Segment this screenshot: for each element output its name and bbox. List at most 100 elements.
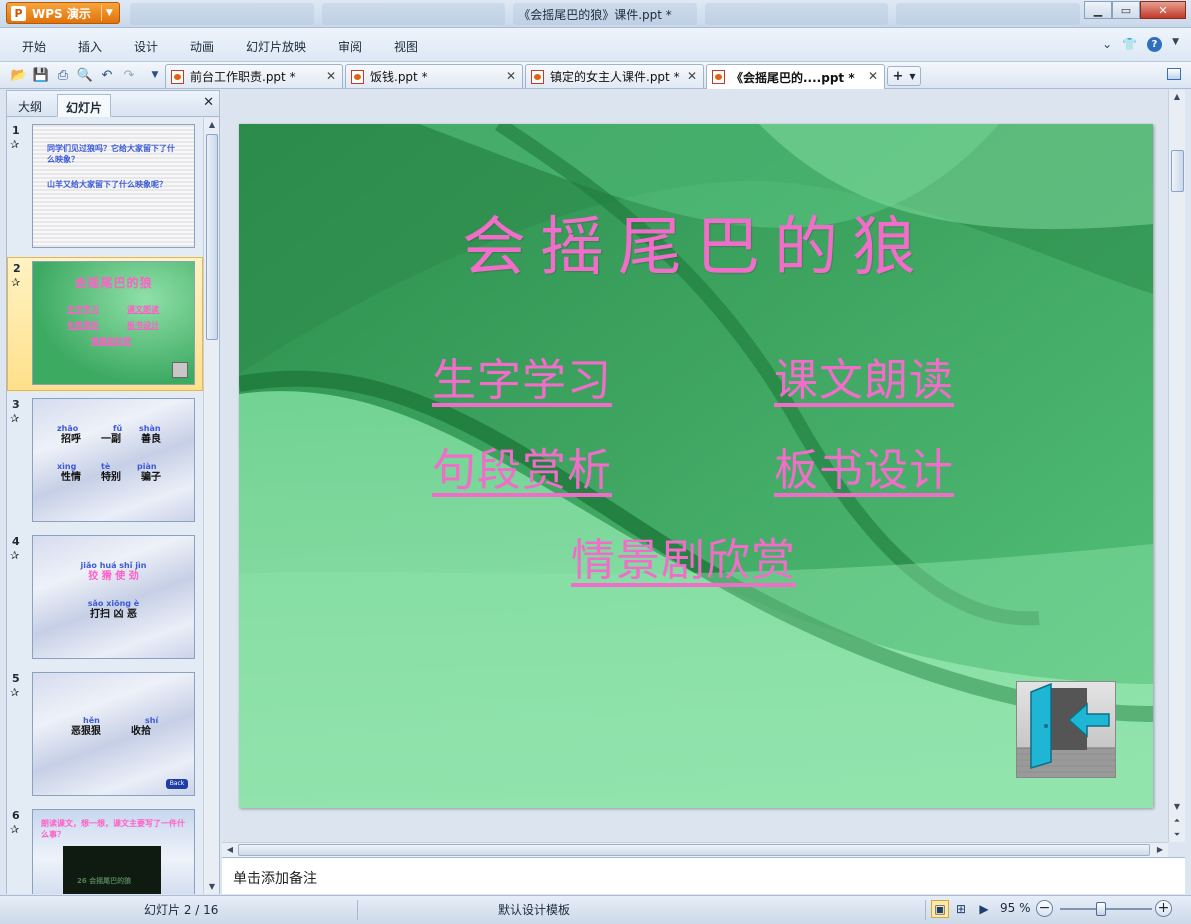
zoom-out-icon[interactable]: −	[1036, 900, 1053, 917]
open-folder-icon[interactable]: 📂	[10, 66, 28, 84]
plus-icon: +	[892, 68, 904, 84]
window-controls: ▁ ▭ ✕	[1084, 1, 1186, 19]
tab-outline[interactable]: 大纲	[10, 94, 50, 117]
scroll-up-icon[interactable]: ▲	[204, 118, 220, 132]
close-tab-icon[interactable]: ✕	[687, 69, 697, 83]
zoom-slider-knob[interactable]	[1096, 902, 1106, 916]
notes-pane[interactable]: 单击添加备注	[222, 857, 1185, 894]
redo-icon[interactable]: ↷	[120, 66, 138, 84]
thumb-pinyin: tè	[101, 462, 111, 471]
previous-slide-icon[interactable]: ⏶	[1169, 814, 1185, 828]
thumb-link: 课文朗读	[127, 305, 159, 314]
print-preview-icon[interactable]: 🔍	[76, 66, 94, 84]
zoom-slider-track[interactable]	[1060, 908, 1152, 910]
slide-thumb-1[interactable]: 1 ✰ 同学们见过狼吗？它给大家留下了什么映象？ 山羊又给大家留下了什么映象呢？	[7, 120, 203, 254]
next-slide-icon[interactable]: ⏷	[1169, 828, 1185, 842]
scroll-left-icon[interactable]: ◀	[224, 843, 236, 857]
menu-animation[interactable]: 动画	[190, 38, 214, 55]
slide-sorter-view-icon[interactable]: ⊞	[952, 900, 970, 918]
customize-dropdown-icon[interactable]: ▼	[146, 66, 164, 84]
slide-thumb-3[interactable]: 3 ✰ zhāo fǔ shàn 招呼 一副 善良 xìng tè piàn 性…	[7, 394, 203, 528]
scrollbar-thumb[interactable]	[206, 134, 218, 340]
thumb-text: 同学们见过狼吗？它给大家留下了什么映象？	[47, 144, 175, 164]
thumb-chars: 骗子	[141, 472, 161, 483]
close-window-icon[interactable]: ✕	[1140, 1, 1186, 19]
slide-thumb-5[interactable]: 5 ✰ hěn shí 恶狠狠 收拾 Back	[7, 668, 203, 802]
print-icon[interactable]: ⎙	[54, 66, 72, 84]
slideshow-view-icon[interactable]: ▶	[975, 900, 993, 918]
close-tab-icon[interactable]: ✕	[506, 69, 516, 83]
undo-icon[interactable]: ↶	[98, 66, 116, 84]
maximize-icon[interactable]: ▭	[1112, 1, 1140, 19]
chevron-down-icon[interactable]: ⌄	[1102, 37, 1112, 52]
thumbnail-scrollbar[interactable]: ▲ ▼	[203, 118, 219, 894]
close-panel-icon[interactable]: ✕	[203, 95, 214, 110]
scrollbar-thumb[interactable]	[1171, 150, 1184, 192]
tab-slides[interactable]: 幻灯片	[57, 94, 112, 117]
menu-slideshow[interactable]: 幻灯片放映	[246, 38, 306, 55]
scroll-up-icon[interactable]: ▲	[1169, 90, 1185, 104]
title-bar: P WPS 演示 ▼ 《会摇尾巴的狼》课件.ppt * ▁ ▭ ✕	[0, 0, 1191, 28]
menu-right-tools: ⌄ 👕 ? ▼	[1102, 37, 1179, 52]
design-template-label[interactable]: 默认设计模板	[498, 901, 570, 918]
animation-star-icon: ✰	[10, 138, 20, 151]
app-menu-button[interactable]: P WPS 演示 ▼	[6, 2, 120, 24]
slide-vertical-scrollbar[interactable]: ▲ ▼ ⏶ ⏷	[1168, 90, 1185, 842]
link-text-reading[interactable]: 课文朗读	[774, 344, 954, 408]
close-tab-icon[interactable]: ✕	[326, 69, 336, 83]
menu-start[interactable]: 开始	[22, 38, 46, 55]
ppt-file-icon	[171, 69, 184, 84]
slide-number: 6	[12, 809, 20, 822]
slide-thumb-6[interactable]: 6 ✰ 朗读课文，想一想，课文主要写了一件什么事？ 26 会摇尾巴的狼	[7, 805, 203, 894]
save-icon[interactable]: 💾	[32, 66, 50, 84]
thumb-chars: 收拾	[131, 726, 151, 737]
slide-horizontal-scrollbar[interactable]: ◀ ▶	[222, 842, 1168, 857]
menu-view[interactable]: 视图	[394, 38, 418, 55]
chevron-down-icon[interactable]: ▼	[909, 72, 915, 81]
thumb-link: 生字学习	[67, 305, 99, 314]
slide-title[interactable]: 会摇尾巴的狼	[239, 196, 1153, 288]
thumb-chars: 一副	[101, 434, 121, 445]
scroll-right-icon[interactable]: ▶	[1154, 843, 1166, 857]
scroll-down-icon[interactable]: ▼	[204, 880, 220, 894]
close-tab-icon[interactable]: ✕	[868, 69, 878, 83]
menu-design[interactable]: 设计	[134, 38, 158, 55]
thumb-pinyin: fǔ	[113, 424, 123, 433]
scrollbar-thumb[interactable]	[238, 844, 1150, 856]
link-board-design[interactable]: 板书设计	[774, 434, 954, 498]
doc-tab-1[interactable]: 前台工作职责.ppt * ✕	[165, 64, 343, 88]
thumb-title: 会摇尾巴的狼	[74, 276, 153, 290]
link-vocab-study[interactable]: 生字学习	[432, 344, 612, 408]
slide-thumb-2[interactable]: 2 ✰ 会摇尾巴的狼 生字学习 课文朗读 句段赏析 板书设计 情景剧欣赏	[7, 257, 203, 391]
chevron-down-icon[interactable]: ▼	[1172, 37, 1179, 52]
slide-number: 5	[12, 672, 20, 685]
doc-tab-4-active[interactable]: 《会摇尾巴的....ppt * ✕	[706, 64, 885, 89]
doc-tab-3[interactable]: 镇定的女主人课件.ppt * ✕	[525, 64, 704, 88]
link-passage-analysis[interactable]: 句段赏析	[432, 434, 612, 498]
thumb-pinyin: jiǎo huá shǐ jìn	[80, 561, 147, 570]
current-slide[interactable]: 会摇尾巴的狼 生字学习 课文朗读 句段赏析 板书设计 情景剧欣赏	[239, 124, 1153, 808]
slide-number: 4	[12, 535, 20, 548]
slide-thumb-4[interactable]: 4 ✰ jiǎo huá shǐ jìn 狡 猾 使 劲 sǎo xiōng è…	[7, 531, 203, 665]
zoom-in-icon[interactable]: +	[1155, 900, 1172, 917]
normal-view-icon[interactable]: ▣	[931, 900, 949, 918]
exit-door-icon[interactable]	[1016, 681, 1116, 778]
doc-tab-2[interactable]: 饭钱.ppt * ✕	[345, 64, 523, 88]
menu-review[interactable]: 审阅	[338, 38, 362, 55]
new-tab-button[interactable]: + ▼	[887, 66, 921, 86]
slide-number: 1	[12, 124, 20, 137]
scroll-down-icon[interactable]: ▼	[1169, 800, 1185, 814]
skin-shirt-icon[interactable]: 👕	[1122, 37, 1137, 52]
help-icon[interactable]: ?	[1147, 37, 1163, 52]
menu-insert[interactable]: 插入	[78, 38, 102, 55]
minimize-icon[interactable]: ▁	[1084, 1, 1112, 19]
zoom-level[interactable]: 95 %	[1000, 901, 1031, 915]
thumb-pinyin: xìng	[57, 462, 77, 471]
back-button-icon: Back	[166, 779, 188, 789]
link-skit-appreciation[interactable]: 情景剧欣赏	[571, 524, 796, 588]
notes-placeholder[interactable]: 单击添加备注	[233, 868, 317, 888]
panel-tabs: 大纲 幻灯片 ✕	[7, 91, 219, 117]
thumb-chars: 善良	[141, 434, 161, 445]
panel-toggle-icon[interactable]	[1167, 68, 1181, 80]
slide-preview: 同学们见过狼吗？它给大家留下了什么映象？ 山羊又给大家留下了什么映象呢？	[32, 124, 195, 248]
